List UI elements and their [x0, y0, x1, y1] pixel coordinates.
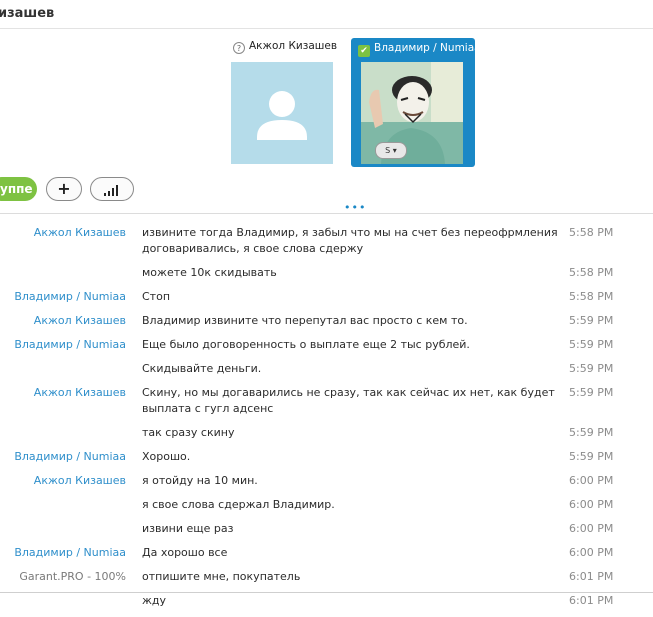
message-text: я свое слова сдержал Владимир. — [142, 498, 335, 511]
message-row: Владимир / Numiaa Да хорошо все 6:00 PM — [0, 545, 653, 569]
message-text: жду — [142, 594, 167, 607]
message-row: можете 10к скидывать 5:58 PM — [0, 265, 653, 289]
check-icon: ✔ — [358, 45, 370, 57]
participant-name: Акжол Кизашев — [249, 40, 338, 52]
message-sender[interactable]: Владимир / Numiaa — [0, 337, 126, 353]
message-time: 5:59 PM — [569, 450, 614, 463]
message-row: Владимир / Numiaa Еще было договоренност… — [0, 337, 653, 361]
message-text: извините тогда Владимир, я забыл что мы … — [142, 226, 558, 255]
message-text: Скину, но мы догаварились не сразу, так … — [142, 386, 555, 415]
message-sender[interactable]: Владимир / Numiaa — [0, 449, 126, 465]
message-separator — [0, 592, 653, 593]
message-row: Владимир / Numiaa Стоп 5:58 PM — [0, 289, 653, 313]
message-time: 5:59 PM — [569, 426, 614, 439]
message-time: 5:59 PM — [569, 386, 614, 399]
message-time: 5:58 PM — [569, 266, 614, 279]
message-row: извини еще раз 6:00 PM — [0, 521, 653, 545]
message-row: Акжол Кизашев извините тогда Владимир, я… — [0, 225, 653, 265]
message-sender[interactable]: Акжол Кизашев — [0, 473, 126, 489]
message-row: Владимир / Numiaa Хорошо. 5:59 PM — [0, 449, 653, 473]
message-time: 6:00 PM — [569, 498, 614, 511]
message-row: так сразу скину 5:59 PM — [0, 425, 653, 449]
message-text: Скидывайте деньги. — [142, 362, 262, 375]
message-text: Хорошо. — [142, 450, 191, 463]
message-time: 5:58 PM — [569, 290, 614, 303]
avatar-photo: S ▾ — [361, 62, 463, 164]
chat-divider — [0, 213, 653, 214]
question-icon: ? — [233, 42, 245, 54]
message-row: Акжол Кизашев я отойду на 10 мин. 6:00 P… — [0, 473, 653, 497]
message-list: Акжол Кизашев извините тогда Владимир, я… — [0, 225, 653, 617]
message-text: так сразу скину — [142, 426, 235, 439]
message-row: Акжол Кизашев Владимир извините что пере… — [0, 313, 653, 337]
message-time: 5:59 PM — [569, 338, 614, 351]
signal-button[interactable] — [90, 177, 134, 201]
message-text: отпишите мне, покупатель — [142, 570, 301, 583]
message-row: я свое слова сдержал Владимир. 6:00 PM — [0, 497, 653, 521]
participant-vladimir[interactable]: ✔ Владимир / Numiaa S ▾ — [351, 38, 481, 167]
message-text: я отойду на 10 мин. — [142, 474, 258, 487]
message-row: жду 6:01 PM — [0, 593, 653, 617]
message-text: можете 10к скидывать — [142, 266, 277, 279]
message-time: 6:00 PM — [569, 522, 614, 535]
message-time: 6:01 PM — [569, 594, 614, 607]
message-row: Акжол Кизашев Скину, но мы догаварились … — [0, 385, 653, 425]
signal-icon — [104, 184, 122, 196]
message-time: 6:00 PM — [569, 546, 614, 559]
message-time: 5:58 PM — [569, 226, 614, 239]
message-text: Стоп — [142, 290, 171, 303]
message-row: Garant.PRO - 100% отпишите мне, покупате… — [0, 569, 653, 593]
message-time: 5:59 PM — [569, 314, 614, 327]
header-separator — [0, 28, 653, 29]
message-sender[interactable]: Акжол Кизашев — [0, 225, 126, 241]
message-sender[interactable]: Garant.PRO - 100% — [0, 569, 126, 585]
message-time: 6:01 PM — [569, 570, 614, 583]
message-time: 6:00 PM — [569, 474, 614, 487]
message-time: 5:59 PM — [569, 362, 614, 375]
message-text: Еще было договоренность о выплате еще 2 … — [142, 338, 470, 351]
message-sender[interactable]: Акжол Кизашев — [0, 385, 126, 401]
plus-icon: + — [57, 179, 71, 198]
message-text: Владимир извините что перепутал вас прос… — [142, 314, 468, 327]
message-text: извини еще раз — [142, 522, 234, 535]
message-sender[interactable]: Владимир / Numiaa — [0, 289, 126, 305]
user-placeholder-icon — [257, 91, 307, 140]
message-sender[interactable]: Акжол Кизашев — [0, 313, 126, 329]
participant-name: Владимир / Numiaa — [374, 42, 481, 54]
add-button[interactable]: + — [46, 177, 82, 201]
header-title: изашев — [0, 6, 55, 21]
message-text: Да хорошо все — [142, 546, 228, 559]
message-row: Скидывайте деньги. 5:59 PM — [0, 361, 653, 385]
avatar-placeholder[interactable] — [231, 62, 333, 164]
message-sender[interactable]: Владимир / Numiaa — [0, 545, 126, 561]
skype-icon[interactable]: S ▾ — [375, 142, 407, 159]
call-group-button[interactable]: уппе — [0, 177, 37, 201]
